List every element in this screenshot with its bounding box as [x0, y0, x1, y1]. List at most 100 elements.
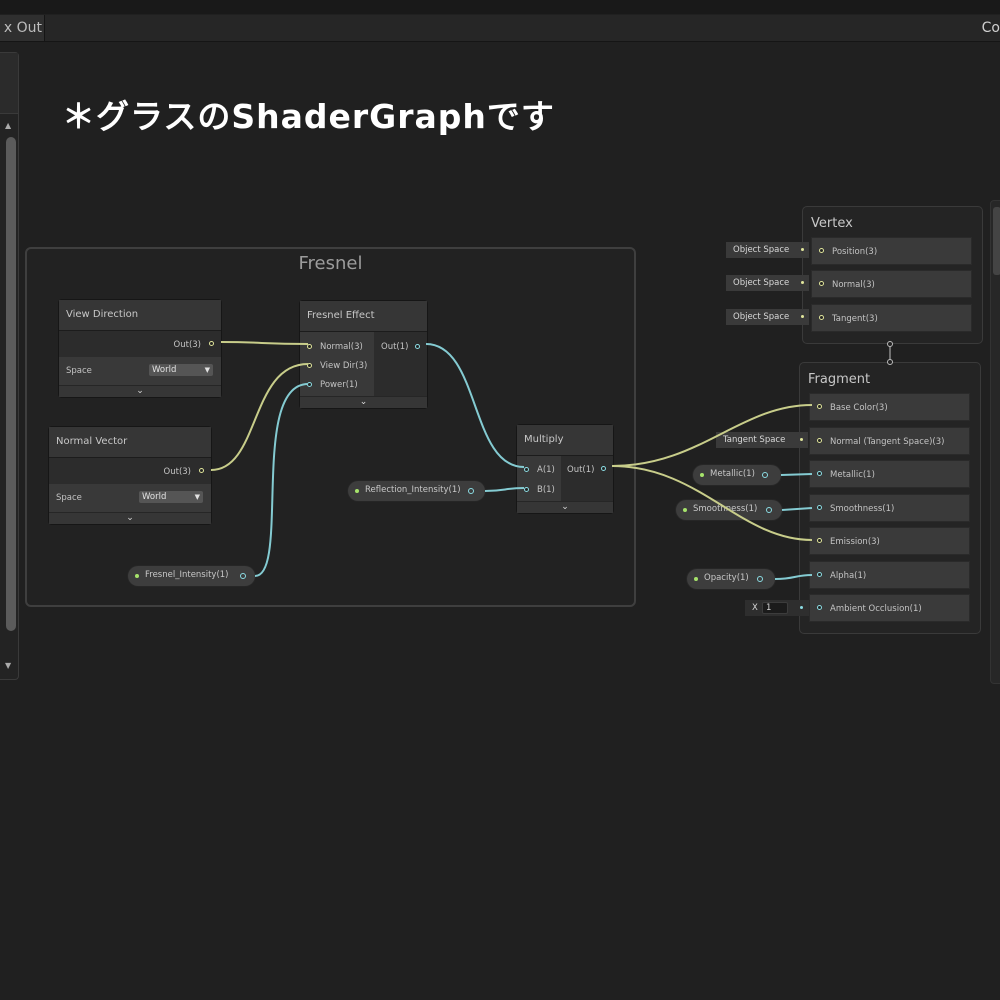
normal-tangent-space-input[interactable]: Tangent Space	[716, 432, 808, 448]
space-dropdown[interactable]: World ▼	[139, 491, 203, 503]
fresnel-intensity-property[interactable]: Fresnel_Intensity(1)	[128, 566, 255, 586]
block-label: Position(3)	[832, 247, 878, 257]
block-label: Ambient Occlusion(1)	[830, 604, 922, 614]
property-output-port[interactable]	[240, 573, 246, 579]
block-label: Metallic(1)	[830, 470, 875, 480]
smoothness-block[interactable]: Smoothness(1)	[810, 495, 969, 521]
alpha-input-port[interactable]	[817, 572, 822, 577]
node-expand-icon[interactable]: ⌄	[49, 512, 211, 524]
input-dot-icon	[801, 281, 804, 284]
metallic-input-port[interactable]	[817, 471, 822, 476]
base-color-block[interactable]: Base Color(3)	[810, 394, 969, 420]
property-dot-icon	[135, 574, 139, 578]
metallic-property[interactable]: Metallic(1)	[693, 465, 781, 485]
input-dot-icon	[800, 438, 803, 441]
right-scrollbar-thumb[interactable]	[993, 207, 1000, 275]
node-expand-icon[interactable]: ⌄	[517, 501, 613, 513]
smoothness-input-port[interactable]	[817, 505, 822, 510]
multiply-node[interactable]: Multiply A(1) B(1) Out(1) ⌄	[517, 425, 613, 513]
tab-right[interactable]: Co	[978, 15, 1000, 41]
scroll-up-icon[interactable]: ▲	[5, 121, 11, 130]
output-port[interactable]	[415, 344, 420, 349]
window-top-strip	[0, 0, 1000, 14]
a-input-port[interactable]	[524, 467, 529, 472]
output-port[interactable]	[601, 466, 606, 471]
ambient-occlusion-input[interactable]: X 1	[745, 600, 809, 616]
emission-input-port[interactable]	[817, 538, 822, 543]
normal-input-port[interactable]	[307, 344, 312, 349]
ao-value-field[interactable]: 1	[762, 602, 788, 614]
dropdown-arrow-icon: ▼	[194, 493, 200, 501]
ao-axis-label: X	[752, 603, 758, 613]
base-color-input-port[interactable]	[817, 404, 822, 409]
opacity-property[interactable]: Opacity(1)	[687, 569, 775, 589]
property-output-port[interactable]	[468, 488, 474, 494]
property-output-port[interactable]	[766, 507, 772, 513]
alpha-block[interactable]: Alpha(1)	[810, 562, 969, 588]
property-label: Smoothness(1)	[693, 504, 758, 514]
metallic-block[interactable]: Metallic(1)	[810, 461, 969, 487]
ambient-occlusion-block[interactable]: Ambient Occlusion(1)	[810, 595, 969, 621]
space-value: World	[152, 365, 177, 375]
reflection-intensity-property[interactable]: Reflection_Intensity(1)	[348, 481, 485, 501]
block-label: Smoothness(1)	[830, 504, 895, 514]
output-label: Out(3)	[173, 340, 201, 350]
node-title: Normal Vector	[49, 427, 211, 458]
tangent-input-port[interactable]	[819, 315, 824, 320]
output-port[interactable]	[209, 341, 214, 346]
normal-input-label: Normal(3)	[320, 342, 363, 352]
property-label: Reflection_Intensity(1)	[365, 485, 461, 495]
emission-block[interactable]: Emission(3)	[810, 528, 969, 554]
view-direction-node[interactable]: View Direction Out(3) Space World ▼ ⌄	[59, 300, 221, 397]
node-expand-icon[interactable]: ⌄	[59, 385, 221, 397]
property-label: Fresnel_Intensity(1)	[145, 570, 229, 580]
block-label: Normal(3)	[832, 280, 875, 290]
dropdown-arrow-icon: ▼	[204, 366, 210, 374]
property-output-port[interactable]	[757, 576, 763, 582]
blackboard-header	[0, 53, 18, 114]
tab-left[interactable]: x Out	[0, 15, 45, 41]
node-ports: Out(3)	[49, 458, 211, 484]
block-label: Emission(3)	[830, 537, 880, 547]
power-input-port[interactable]	[307, 382, 312, 387]
smoothness-property[interactable]: Smoothness(1)	[676, 500, 782, 520]
scroll-down-icon[interactable]: ▼	[5, 661, 11, 670]
space-property: Space World ▼	[49, 484, 211, 512]
property-output-port[interactable]	[762, 472, 768, 478]
node-title: View Direction	[59, 300, 221, 331]
view-dir-input-label: View Dir(3)	[320, 361, 368, 371]
b-input-port[interactable]	[524, 487, 529, 492]
normal-input-port[interactable]	[819, 281, 824, 286]
space-value: Tangent Space	[723, 435, 786, 445]
fresnel-effect-node[interactable]: Fresnel Effect Normal(3) View Dir(3) Pow…	[300, 301, 427, 408]
output-label: Out(1)	[381, 342, 409, 352]
block-label: Tangent(3)	[832, 314, 878, 324]
tangent-space-input[interactable]: Object Space	[726, 309, 809, 325]
block-label: Alpha(1)	[830, 571, 867, 581]
space-dropdown[interactable]: World ▼	[149, 364, 213, 376]
normal-vector-node[interactable]: Normal Vector Out(3) Space World ▼ ⌄	[49, 427, 211, 524]
position-space-input[interactable]: Object Space	[726, 242, 809, 258]
normal-space-input[interactable]: Object Space	[726, 275, 809, 291]
node-title: Fresnel Effect	[300, 301, 427, 332]
node-ports: Normal(3) View Dir(3) Power(1) Out(1)	[300, 332, 427, 396]
space-value: Object Space	[733, 245, 790, 255]
tangent-block[interactable]: Tangent(3)	[812, 305, 971, 331]
output-port[interactable]	[199, 468, 204, 473]
property-dot-icon	[694, 577, 698, 581]
space-value: World	[142, 492, 167, 502]
view-dir-input-port[interactable]	[307, 363, 312, 368]
property-label: Metallic(1)	[710, 469, 755, 479]
node-title: Multiply	[517, 425, 613, 456]
normal-block[interactable]: Normal(3)	[812, 271, 971, 297]
input-dot-icon	[800, 606, 803, 609]
node-expand-icon[interactable]: ⌄	[300, 396, 427, 408]
position-block[interactable]: Position(3)	[812, 238, 971, 264]
space-property: Space World ▼	[59, 357, 221, 385]
normal-tangent-block[interactable]: Normal (Tangent Space)(3)	[810, 428, 969, 454]
position-input-port[interactable]	[819, 248, 824, 253]
input-dot-icon	[801, 315, 804, 318]
ambient-occlusion-input-port[interactable]	[817, 605, 822, 610]
scrollbar-thumb[interactable]	[6, 137, 16, 631]
normal-tangent-input-port[interactable]	[817, 438, 822, 443]
